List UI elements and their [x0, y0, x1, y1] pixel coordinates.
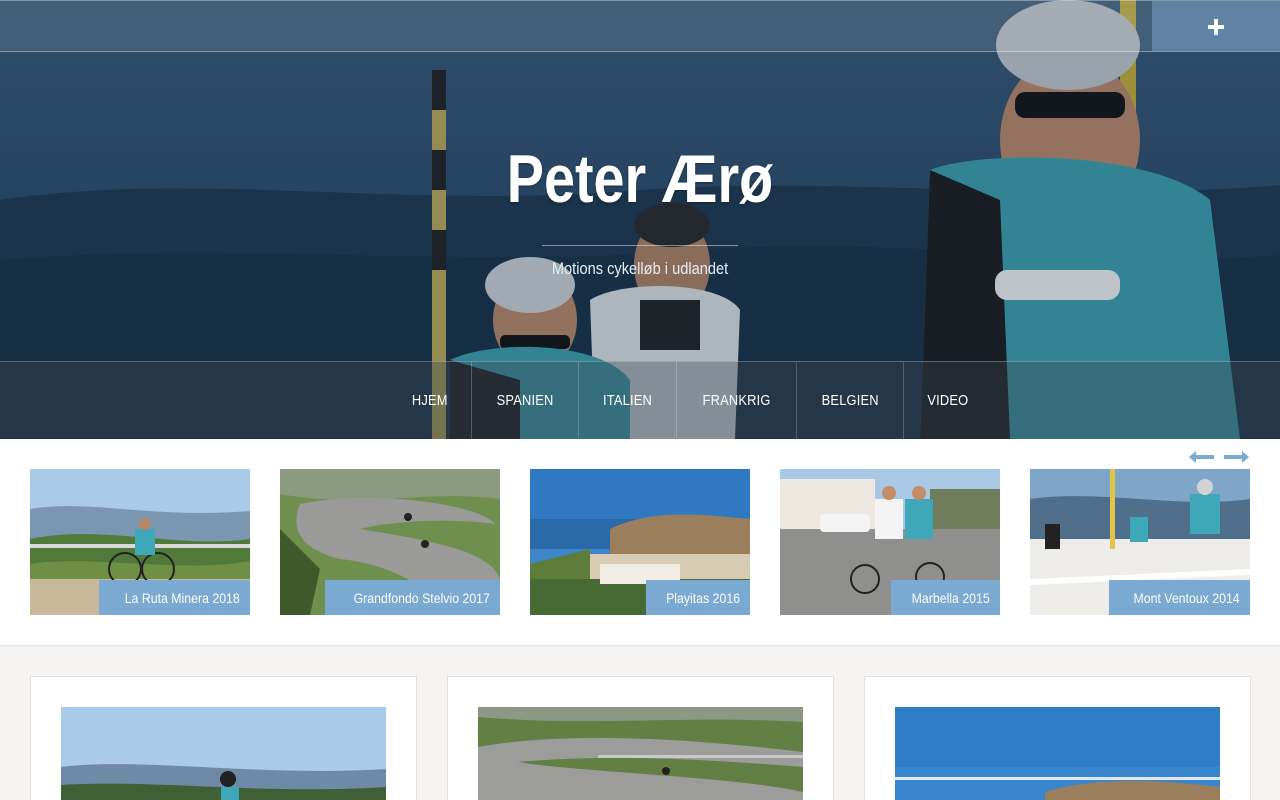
nav-item-video[interactable]: VIDEO	[904, 362, 992, 439]
post-card	[30, 676, 417, 800]
menu-toggle-button[interactable]	[1152, 1, 1280, 52]
post-thumbnail[interactable]	[478, 707, 803, 800]
nav-item-hjem[interactable]: HJEM	[389, 362, 472, 439]
site-tagline: Motions cykelløb i udlandet	[551, 259, 729, 278]
nav-item-italien[interactable]: ITALIEN	[579, 362, 677, 439]
slide-caption: Grandfondo Stelvio 2017	[325, 580, 500, 615]
slide-caption: La Ruta Minera 2018	[99, 580, 250, 615]
slide-caption-text: Playitas 2016	[666, 589, 740, 606]
post-photo	[61, 707, 386, 800]
title-divider	[542, 245, 738, 246]
post-photo	[478, 707, 803, 800]
post-photo	[895, 707, 1220, 800]
plus-icon	[1208, 18, 1224, 35]
slide-la-ruta-minera[interactable]: La Ruta Minera 2018	[30, 469, 250, 615]
post-card	[864, 676, 1251, 800]
featured-slider: La Ruta Minera 2018 Grandfondo Stelvio 2…	[0, 439, 1280, 646]
nav-item-label: FRANKRIG	[702, 392, 771, 409]
main-navigation: HJEM SPANIEN ITALIEN FRANKRIG BELGIEN VI…	[0, 361, 1280, 439]
slide-caption-text: Mont Ventoux 2014	[1133, 589, 1240, 606]
slider-arrows	[1188, 449, 1250, 465]
post-thumbnail[interactable]	[895, 707, 1220, 800]
hero-header: Peter Ærø Motions cykelløb i udlandet HJ…	[0, 0, 1280, 439]
arrow-left-icon[interactable]	[1188, 449, 1215, 465]
slide-caption-text: Grandfondo Stelvio 2017	[353, 589, 490, 606]
post-card	[447, 676, 834, 800]
slide-grandfondo-stelvio[interactable]: Grandfondo Stelvio 2017	[280, 469, 500, 615]
nav-item-label: ITALIEN	[602, 392, 652, 409]
slide-caption: Playitas 2016	[645, 580, 750, 615]
nav-item-label: VIDEO	[927, 392, 969, 409]
site-title[interactable]: Peter Ærø	[115, 140, 1165, 218]
post-grid	[30, 676, 1251, 800]
slide-caption-text: Marbella 2015	[911, 589, 990, 606]
slide-mont-ventoux[interactable]: Mont Ventoux 2014	[1030, 469, 1250, 615]
nav-item-label: HJEM	[411, 392, 448, 409]
slide-caption-text: La Ruta Minera 2018	[124, 589, 240, 606]
nav-item-frankrig[interactable]: FRANKRIG	[677, 362, 797, 439]
nav-item-label: BELGIEN	[821, 392, 879, 409]
slide-playitas[interactable]: Playitas 2016	[530, 469, 750, 615]
slide-marbella[interactable]: Marbella 2015	[780, 469, 1000, 615]
slide-caption: Marbella 2015	[891, 580, 1000, 615]
nav-item-spanien[interactable]: SPANIEN	[472, 362, 579, 439]
arrow-right-icon[interactable]	[1223, 449, 1250, 465]
top-bar	[0, 0, 1280, 52]
post-thumbnail[interactable]	[61, 707, 386, 800]
slide-caption: Mont Ventoux 2014	[1109, 580, 1250, 615]
nav-item-belgien[interactable]: BELGIEN	[797, 362, 905, 439]
nav-item-label: SPANIEN	[496, 392, 554, 409]
